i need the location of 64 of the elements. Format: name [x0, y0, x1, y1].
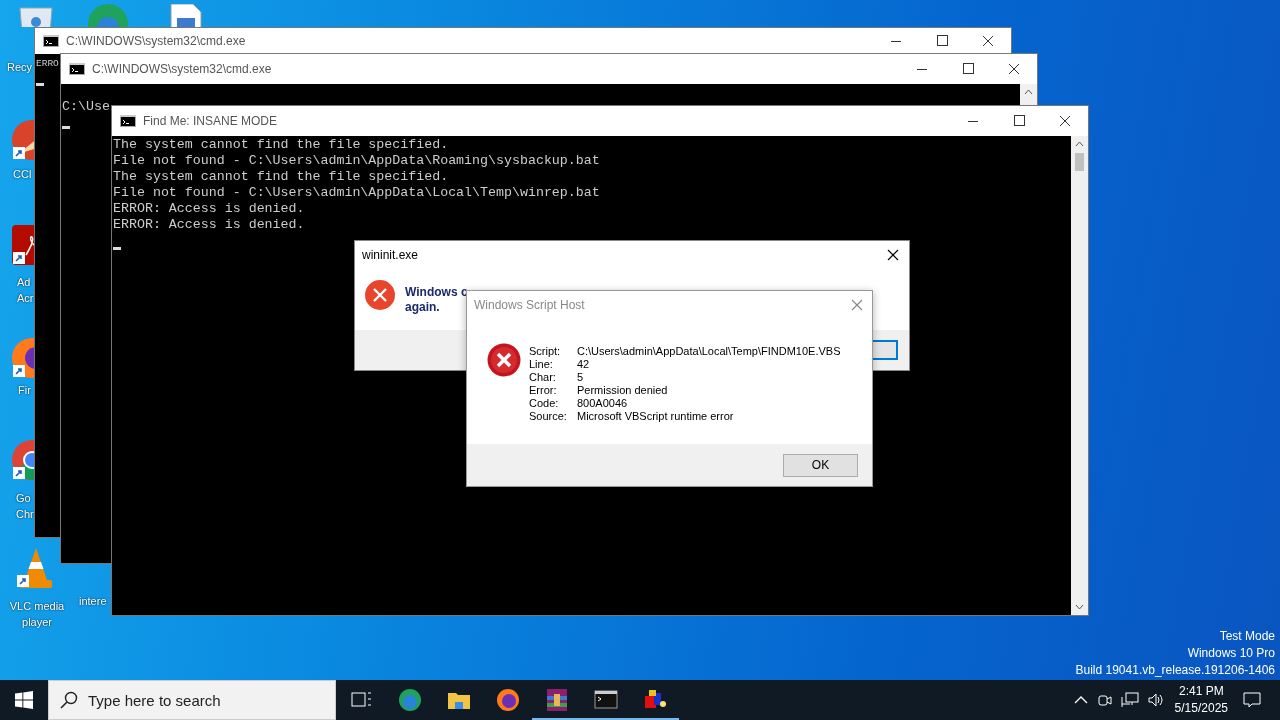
system-info-text: Windows 10 Pro [1187, 645, 1275, 662]
error-message-line: again. [405, 300, 440, 315]
console-line: ERRO [36, 57, 59, 71]
notifications-icon[interactable] [1242, 690, 1262, 710]
scrollbar-thumb[interactable] [1075, 153, 1084, 171]
icon-label[interactable]: CCl [13, 166, 34, 182]
field-label: Error: [529, 384, 558, 397]
icon-label[interactable]: Fir [18, 382, 34, 398]
firefox-icon [495, 688, 520, 712]
network-icon[interactable] [1120, 692, 1139, 708]
clock[interactable]: 2:41 PM 5/15/2025 [1174, 683, 1228, 717]
console-line: File not found - C:\Users\admin\AppData\Roaming\sysbackup.bat [113, 153, 600, 169]
dialog-title: Windows Script Host [474, 298, 585, 312]
console-line: The system cannot find the file specified. [113, 137, 449, 153]
icon-label[interactable]: Ad Acr [17, 274, 34, 306]
icon-label[interactable]: VLC media player [2, 598, 72, 630]
error-icon [365, 280, 395, 310]
text-cursor [36, 83, 44, 86]
dialog-button[interactable] [873, 340, 898, 360]
console-line: ERROR: Access is denied. [113, 217, 305, 233]
field-label: Code: [529, 397, 560, 410]
text-cursor [113, 247, 121, 250]
console-app-icon [43, 35, 59, 47]
field-label: Script: [529, 345, 562, 358]
dialog-title: wininit.exe [362, 248, 419, 262]
window-title: Find Me: INSANE MODE [143, 114, 279, 128]
console-line: File not found - C:\Users\admin\AppData\Local\Temp\winrep.bat [113, 185, 600, 201]
console-line: C:\Use [62, 99, 110, 115]
edge-icon [397, 688, 422, 712]
windows-start-icon[interactable] [15, 691, 33, 709]
system-info-text: Build 19041.vb_release.191206-1406 [1075, 662, 1275, 679]
ok-button[interactable]: OK [783, 453, 858, 477]
field-value: C:\Users\admin\AppData\Local\Temp\FINDM10E.VBS [577, 345, 841, 358]
console-app-icon [593, 688, 618, 712]
system-info-text: Test Mode [1219, 628, 1275, 645]
winrar-icon [544, 688, 569, 712]
field-value: 800A0046 [577, 397, 629, 410]
console-line: The system cannot find the file specified. [113, 169, 449, 185]
field-value: 5 [577, 371, 585, 384]
console-app-icon [120, 115, 136, 127]
field-value: 42 [577, 358, 591, 371]
console-app-icon [69, 63, 85, 75]
search-icon [60, 691, 78, 709]
text-cursor [62, 126, 70, 129]
search-field[interactable]: Type here to search [48, 680, 336, 720]
field-label: Line: [529, 358, 554, 371]
clock-time: 2:41 PM [1178, 683, 1224, 700]
error-icon [487, 343, 521, 377]
icon-label[interactable]: Recy [7, 59, 34, 75]
field-value: Permission denied [577, 384, 669, 397]
field-label: Source: [529, 410, 568, 423]
console-line: ERROR: Access is denied. [113, 201, 305, 217]
volume-icon[interactable] [1146, 692, 1165, 708]
field-label: Char: [529, 371, 557, 384]
field-value: Microsoft VBScript runtime error [577, 410, 735, 423]
recycle-bin-icon [16, 6, 56, 27]
window-title: C:\WINDOWS\system32\cmd.exe [92, 62, 273, 76]
icon-label[interactable]: intere [79, 593, 111, 609]
clock-date: 5/15/2025 [1174, 700, 1228, 717]
acrobat-icon [12, 225, 34, 265]
window-title: C:\WINDOWS\system32\cmd.exe [66, 34, 247, 48]
scrollbar[interactable] [1071, 136, 1088, 615]
camera-icon[interactable] [1096, 692, 1113, 708]
icon-label[interactable]: Go Chr [16, 490, 34, 522]
